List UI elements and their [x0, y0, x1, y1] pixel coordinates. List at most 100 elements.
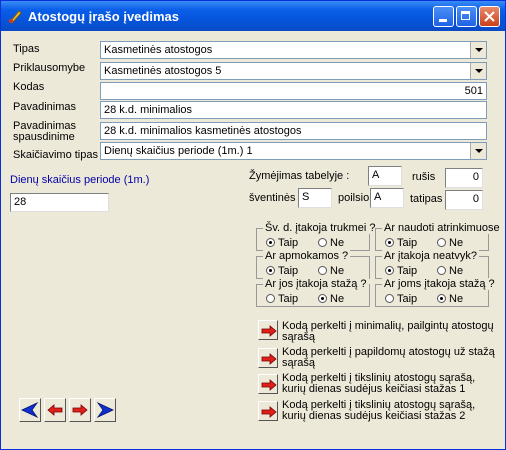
kodas-value: 501	[464, 85, 483, 97]
pavadinimas-label: Pavadinimas	[13, 101, 76, 113]
priklausomybe-value: Kasmetinės atostogos 5	[104, 65, 222, 77]
minimize-icon	[439, 19, 447, 22]
neatvyk-no-radio[interactable]: Ne	[437, 265, 463, 277]
group-neatvyk: Ar įtakoja neatvyk? Taip Ne	[375, 250, 489, 279]
arrow-right-icon	[261, 379, 277, 391]
chevron-down-icon[interactable]	[470, 42, 486, 58]
priklausomybe-label: Priklausomybe	[13, 62, 86, 74]
pavadinimas-spausdinime-value: 28 k.d. minimalios kasmetinės atostogos	[104, 125, 302, 137]
sventines-field[interactable]: S	[298, 188, 332, 208]
group-jos-staz-title: Ar jos įtakoja stažą ?	[263, 278, 369, 290]
tabel-label: Žymėjimas tabelyje :	[249, 170, 350, 182]
form-area: Tipas Priklausomybe Kodas Pavadinimas Pa…	[4, 31, 502, 447]
last-record-button[interactable]	[94, 398, 116, 422]
atrinkimuose-no-radio[interactable]: Ne	[437, 237, 463, 249]
dialog-window: Atostogų įrašo įvedimas Tipas Priklausom…	[0, 0, 506, 450]
poilsio-field[interactable]: A	[370, 188, 404, 208]
move-minimal-line2: sąrašą	[282, 331, 316, 343]
group-atrinkimuose: Ar naudoti atrinkimuose Taip Ne	[375, 222, 502, 251]
group-jos-staz: Ar jos įtakoja stažą ? Taip Ne	[256, 278, 370, 307]
radio-on-icon	[385, 266, 394, 275]
window-title: Atostogų įrašo įvedimas	[28, 9, 179, 24]
pavadinimas-value: 28 k.d. minimalios	[104, 104, 193, 116]
group-sv-d-title: Šv. d. įtakoja trukmei ?	[263, 222, 378, 234]
apmokamos-yes-label: Taip	[278, 265, 299, 277]
jos-staz-no-radio[interactable]: Ne	[318, 293, 344, 305]
move-tiksliniu-2-line2: kurių dienas sudėjus keičiasi stažas 2	[282, 410, 466, 422]
skaiciavimo-tipas-combo[interactable]: Dienų skaičius periode (1m.) 1	[100, 142, 487, 160]
radio-off-icon	[318, 238, 327, 247]
kodas-field[interactable]: 501	[100, 82, 487, 100]
maximize-icon	[461, 11, 470, 20]
group-joms-staz: Ar joms įtakoja stažą ? Taip Ne	[375, 278, 497, 307]
jos-staz-yes-radio[interactable]: Taip	[266, 293, 298, 305]
title-bar[interactable]: Atostogų įrašo įvedimas	[1, 1, 505, 31]
group-apmokamos-title: Ar apmokamos ?	[263, 250, 351, 262]
app-icon	[9, 10, 22, 24]
days-value: 28	[14, 196, 27, 208]
rusis-field[interactable]: 0	[445, 168, 483, 188]
move-tiksliniu-1-button[interactable]	[258, 374, 278, 394]
apmokamos-yes-radio[interactable]: Taip	[266, 265, 298, 277]
spausdinime-label-line2: spausdinime	[13, 131, 75, 143]
skaiciavimo-tipas-value: Dienų skaičius periode (1m.) 1	[104, 145, 253, 157]
tabel-code-field[interactable]: A	[368, 166, 402, 186]
tatipas-field[interactable]: 0	[445, 190, 483, 210]
radio-off-icon	[318, 266, 327, 275]
prev-record-button[interactable]	[44, 398, 66, 422]
priklausomybe-combo[interactable]: Kasmetinės atostogos 5	[100, 62, 487, 80]
radio-on-icon	[266, 238, 275, 247]
joms-staz-yes-label: Taip	[397, 293, 418, 305]
move-minimal-button[interactable]	[258, 320, 278, 340]
apmokamos-no-radio[interactable]: Ne	[318, 265, 344, 277]
joms-staz-yes-radio[interactable]: Taip	[385, 293, 417, 305]
tatipas-label: tatipas	[410, 193, 443, 205]
radio-on-icon	[385, 238, 394, 247]
pavadinimas-field[interactable]: 28 k.d. minimalios	[100, 101, 487, 119]
sv-d-yes-label: Taip	[278, 237, 299, 249]
neatvyk-yes-radio[interactable]: Taip	[385, 265, 417, 277]
kodas-label: Kodas	[13, 81, 45, 93]
group-joms-staz-title: Ar joms įtakoja stažą ?	[382, 278, 497, 290]
joms-staz-no-radio[interactable]: Ne	[437, 293, 463, 305]
chevron-down-icon[interactable]	[470, 63, 486, 79]
group-neatvyk-title: Ar įtakoja neatvyk?	[382, 250, 479, 262]
neatvyk-yes-label: Taip	[397, 265, 418, 277]
chevron-down-icon[interactable]	[470, 143, 486, 159]
rusis-value: 0	[472, 171, 479, 183]
sv-d-no-radio[interactable]: Ne	[318, 237, 344, 249]
tipas-combo[interactable]: Kasmetinės atostogos	[100, 41, 487, 59]
joms-staz-no-label: Ne	[449, 293, 464, 305]
atrinkimuose-yes-radio[interactable]: Taip	[385, 237, 417, 249]
atrinkimuose-no-label: Ne	[449, 237, 464, 249]
group-atrinkimuose-title: Ar naudoti atrinkimuose	[382, 222, 502, 234]
radio-on-icon	[318, 294, 327, 303]
radio-off-icon	[266, 294, 275, 303]
minimize-button[interactable]	[433, 6, 454, 27]
radio-off-icon	[437, 266, 446, 275]
sventines-value: S	[302, 191, 310, 203]
pavadinimas-spausdinime-field[interactable]: 28 k.d. minimalios kasmetinės atostogos	[100, 122, 487, 140]
group-sv-d: Šv. d. įtakoja trukmei ? Taip Ne	[256, 222, 378, 251]
prev-icon	[47, 404, 63, 416]
jos-staz-no-label: Ne	[330, 293, 345, 305]
apmokamos-no-label: Ne	[330, 265, 345, 277]
radio-off-icon	[385, 294, 394, 303]
tatipas-value: 0	[472, 193, 479, 205]
arrow-right-icon	[261, 353, 277, 365]
move-tiksliniu-2-button[interactable]	[258, 401, 278, 421]
move-tiksliniu-1-line2: kurių dienas sudėjus keičiasi stažas 1	[282, 383, 466, 395]
move-papildomu-button[interactable]	[258, 348, 278, 368]
next-record-button[interactable]	[69, 398, 91, 422]
move-papildomu-line2: sąrašą	[282, 357, 316, 369]
maximize-button[interactable]	[456, 6, 477, 27]
first-record-button[interactable]	[19, 398, 41, 422]
next-icon	[72, 404, 88, 416]
days-label: Dienų skaičius periode (1m.)	[10, 174, 150, 186]
close-button[interactable]	[479, 6, 500, 27]
tipas-value: Kasmetinės atostogos	[104, 44, 213, 56]
days-field[interactable]: 28	[10, 193, 109, 212]
tipas-label: Tipas	[13, 43, 40, 55]
sv-d-yes-radio[interactable]: Taip	[266, 237, 298, 249]
rusis-label: rušis	[412, 171, 436, 183]
